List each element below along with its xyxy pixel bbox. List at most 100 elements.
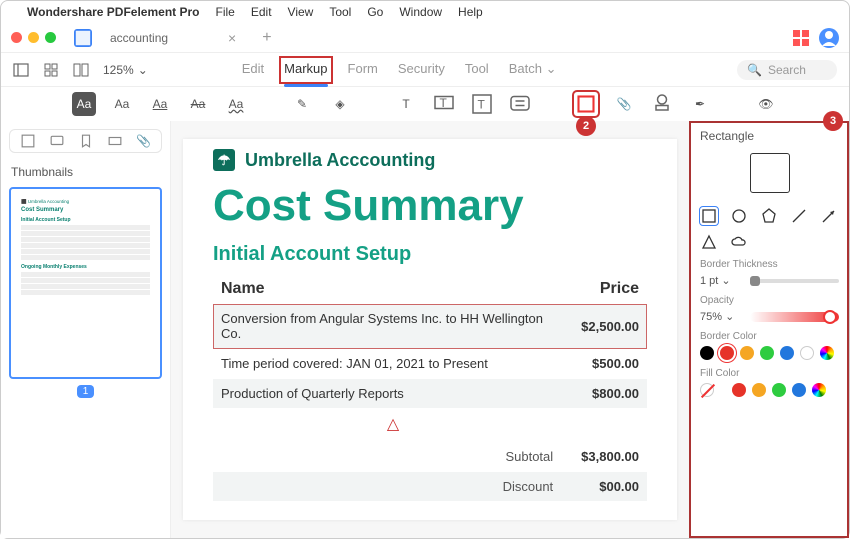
signature-tool[interactable]: ✒ [688,92,712,116]
page-thumbnail[interactable]: ⬛ Umbrella Accounting Cost Summary Initi… [9,187,162,379]
shape-pentagon[interactable] [760,207,778,225]
border-color-swatches [700,346,839,360]
comments-tab-icon[interactable] [50,134,64,148]
swatch-green[interactable] [772,383,786,397]
text-font-a[interactable]: Aa [110,92,134,116]
menu-go[interactable]: Go [367,5,383,19]
fields-tab-icon[interactable] [108,134,122,148]
attachments-tab-icon[interactable]: 📎 [137,134,151,148]
strikethrough-tool[interactable]: Aa [186,92,210,116]
swatch-red[interactable] [732,383,746,397]
search-input[interactable]: 🔍 Search [737,60,837,80]
document-canvas[interactable]: ☂ Umbrella Acccounting Cost Summary Init… [171,121,689,538]
shape-arrow[interactable] [820,207,838,225]
thickness-control: 1 pt ⌄ [700,274,839,287]
fill-color-swatches [700,383,839,397]
bookmarks-tab-icon[interactable] [79,134,93,148]
shape-line[interactable] [790,207,808,225]
mode-form[interactable]: Form [348,61,378,79]
mode-security[interactable]: Security [398,61,445,79]
zoom-selector[interactable]: 125% ⌄ [103,63,148,77]
swatch-custom-color[interactable] [820,346,834,360]
discount-row: Discount $00.00 [213,472,647,502]
thickness-label: Border Thickness [700,259,839,270]
shape-triangle[interactable] [700,233,718,251]
company-name: Umbrella Acccounting [245,150,435,171]
user-avatar[interactable] [819,28,839,48]
callout-2: 2 [576,116,596,136]
window-controls [11,32,56,43]
underline-tool[interactable]: Aa [148,92,172,116]
zoom-value: 125% [103,63,134,77]
thickness-select[interactable]: 1 pt ⌄ [700,274,744,287]
menu-edit[interactable]: Edit [251,5,272,19]
svg-text:T: T [440,96,448,110]
swatch-green[interactable] [760,346,774,360]
mode-batch[interactable]: Batch ⌄ [509,61,557,79]
menu-window[interactable]: Window [399,5,442,19]
close-window-button[interactable] [11,32,22,43]
app-home-icon[interactable] [74,29,92,47]
minimize-window-button[interactable] [28,32,39,43]
warning-triangle-icon: △ [221,414,565,434]
swatch-no-fill[interactable] [700,383,714,397]
eraser-tool[interactable]: ◈ [328,92,352,116]
stamp-tool[interactable] [650,92,674,116]
thumbnails-tab-icon[interactable] [21,134,35,148]
sidebar-toggle-icon[interactable] [13,62,29,78]
note-box-tool[interactable]: T [470,92,494,116]
swatch-red[interactable] [720,346,734,360]
mode-edit[interactable]: Edit [242,61,264,79]
umbrella-icon: ☂ [213,149,235,171]
swatch-blue[interactable] [792,383,806,397]
swatch-orange[interactable] [740,346,754,360]
opacity-control: 75% ⌄ [700,310,839,323]
swatch-white[interactable] [800,346,814,360]
document-tab[interactable]: accounting × [102,26,244,50]
new-tab-button[interactable]: + [254,29,279,47]
shape-circle[interactable] [730,207,748,225]
grid-view-icon[interactable] [43,62,59,78]
opacity-select[interactable]: 75% ⌄ [700,310,744,323]
menu-view[interactable]: View [288,5,314,19]
fullscreen-window-button[interactable] [45,32,56,43]
sticky-note-tool[interactable] [508,92,532,116]
swatch-blue[interactable] [780,346,794,360]
hide-annotations-tool[interactable]: 👁 [754,92,778,116]
attachment-tool[interactable]: 📎 [612,92,636,116]
shape-cloud[interactable] [730,233,748,251]
table-row: Time period covered: JAN 01, 2021 to Pre… [213,349,647,379]
chevron-down-icon: ⌄ [546,61,557,76]
callout-tool[interactable]: T [432,92,456,116]
props-title: Rectangle [700,129,839,143]
highlight-tool[interactable]: Aa [72,92,96,116]
sidebar-title: Thumbnails [11,165,160,179]
swatch-orange[interactable] [752,383,766,397]
two-page-icon[interactable] [73,62,89,78]
menu-help[interactable]: Help [458,5,483,19]
thickness-slider[interactable] [750,279,839,283]
shape-rectangle[interactable] [700,207,718,225]
shape-rectangle-tool[interactable]: 2 [574,92,598,116]
menu-file[interactable]: File [216,5,235,19]
close-tab-icon[interactable]: × [228,30,236,46]
pencil-tool[interactable]: ✎ [290,92,314,116]
document-title: Cost Summary [213,181,647,231]
sidebar-tabs: 📎 [9,129,162,153]
squiggly-tool[interactable]: Aa [224,92,248,116]
callout-3: 3 [823,111,843,131]
swatch-custom-color[interactable] [812,383,826,397]
subtotal-row: Subtotal $3,800.00 [213,442,647,472]
mode-tool[interactable]: Tool [465,61,489,79]
apps-grid-icon[interactable] [793,30,809,46]
app-name[interactable]: Wondershare PDFelement Pro [27,5,200,19]
opacity-label: Opacity [700,295,839,306]
opacity-slider[interactable] [750,312,839,322]
swatch-black[interactable] [700,346,714,360]
fill-color-label: Fill Color [700,368,839,379]
shape-picker-row-2 [700,233,839,251]
mode-markup[interactable]: Markup [284,61,327,79]
text-box-tool[interactable]: T [394,92,418,116]
search-placeholder: Search [768,63,806,77]
menu-tool[interactable]: Tool [329,5,351,19]
